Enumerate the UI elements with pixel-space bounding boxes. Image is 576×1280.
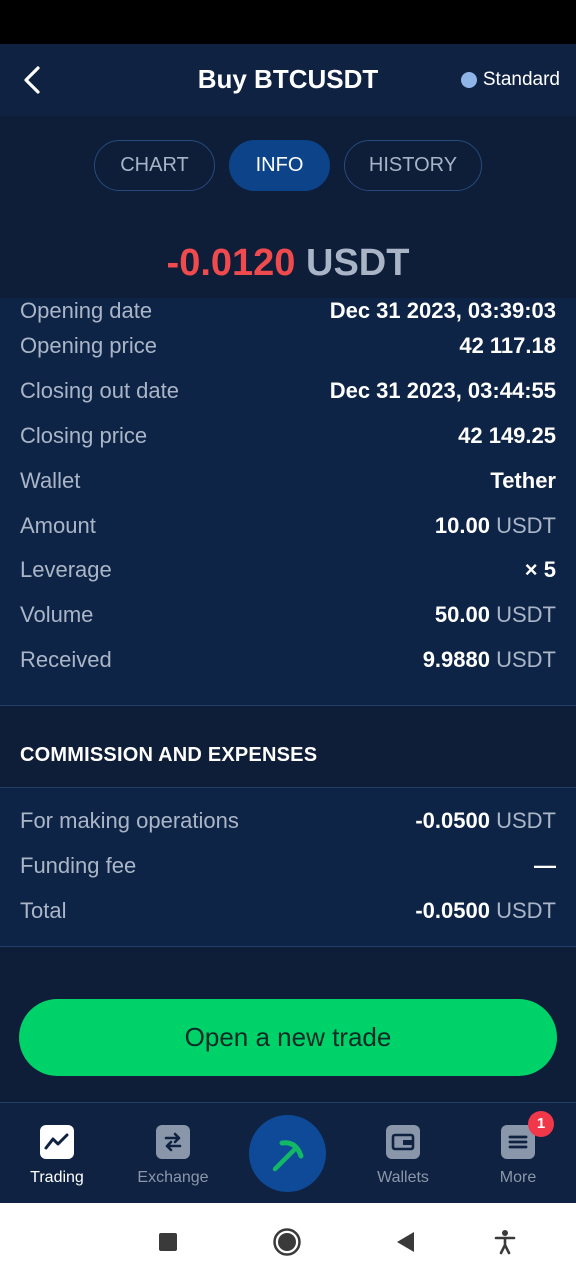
open-new-trade-button[interactable]: Open a new trade [19, 999, 557, 1076]
detail-value: 42 149.25 [458, 422, 556, 448]
wallet-icon [386, 1125, 420, 1159]
result-unit: USDT [306, 242, 410, 284]
detail-value: Dec 31 2023, 03:44:55 [329, 378, 556, 404]
detail-row-closing-price: Closing price 42 149.25 [0, 414, 576, 459]
commission-section-header: COMMISSION AND EXPENSES [0, 706, 576, 788]
commission-value: -0.0500 USDT [415, 808, 556, 834]
unit-label: USDT [496, 512, 556, 538]
nav-item-wallets[interactable]: Wallets [353, 1125, 453, 1187]
trade-details-list: Opening date Dec 31 2023, 03:39:03 Openi… [0, 298, 576, 706]
commission-label: Funding fee [20, 853, 137, 879]
tab-history[interactable]: HISTORY [344, 140, 482, 191]
commission-label: For making operations [20, 808, 239, 834]
detail-value: Dec 31 2023, 03:39:03 [329, 298, 556, 323]
action-area: Open a new trade [0, 947, 576, 1103]
detail-label: Opening price [20, 333, 157, 359]
back-system-button[interactable] [389, 1226, 421, 1258]
unit-label: USDT [496, 897, 556, 923]
commission-label: Total [20, 897, 67, 923]
account-type-label: Standard [482, 69, 560, 90]
detail-value: 10.00 USDT [434, 512, 556, 538]
square-icon [159, 1233, 177, 1251]
detail-row-closing-date: Closing out date Dec 31 2023, 03:44:55 [0, 369, 576, 414]
home-circle-icon [273, 1228, 301, 1256]
detail-row-opening-price: Opening price 42 117.18 [0, 324, 576, 369]
detail-row-amount: Amount 10.00 USDT [0, 503, 576, 548]
detail-label: Amount [20, 512, 96, 538]
accessibility-icon [494, 1230, 516, 1255]
commission-row-funding-fee: Funding fee — [0, 844, 576, 889]
detail-row-volume: Volume 50.00 USDT [0, 593, 576, 638]
detail-row-opening-date: Opening date Dec 31 2023, 03:39:03 [0, 298, 576, 324]
tab-bar: CHART INFO HISTORY [0, 140, 576, 191]
home-button[interactable] [271, 1226, 303, 1258]
exchange-arrows-icon [156, 1125, 190, 1159]
detail-value: 9.9880 USDT [422, 646, 556, 672]
tab-info[interactable]: INFO [229, 140, 330, 191]
nav-item-trading[interactable]: Trading [7, 1125, 107, 1187]
pickaxe-icon [272, 1139, 303, 1171]
result-value: -0.0120 [166, 242, 296, 284]
commission-row-total: Total -0.0500 USDT [0, 889, 576, 934]
nav-item-exchange[interactable]: Exchange [123, 1125, 223, 1187]
header: Buy BTCUSDT Standard [0, 44, 576, 116]
nav-label: Trading [30, 1169, 84, 1186]
unit-label: USDT [496, 646, 556, 672]
detail-label: Volume [20, 602, 94, 628]
unit-label: USDT [496, 808, 556, 834]
notification-badge: 1 [528, 1111, 554, 1137]
detail-label: Opening date [20, 298, 153, 323]
detail-row-wallet: Wallet Tether [0, 458, 576, 503]
detail-value: 50.00 USDT [434, 602, 556, 628]
commission-value: — [534, 853, 556, 879]
unit-label: USDT [496, 602, 556, 628]
detail-value: 42 117.18 [459, 333, 556, 359]
status-bar [0, 0, 576, 44]
tab-chart[interactable]: CHART [94, 140, 215, 191]
mining-button[interactable] [249, 1115, 326, 1192]
detail-label: Closing out date [20, 378, 179, 404]
trading-chart-icon [40, 1125, 74, 1159]
accessibility-button[interactable] [489, 1226, 521, 1258]
detail-row-leverage: Leverage × 5 [0, 548, 576, 593]
account-dot-icon [460, 72, 477, 88]
nav-label: Exchange [137, 1169, 209, 1186]
detail-label: Wallet [20, 467, 81, 493]
detail-label: Leverage [20, 557, 112, 583]
account-type-selector[interactable]: Standard [460, 66, 560, 94]
nav-label: More [499, 1169, 537, 1186]
trade-summary: CHART INFO HISTORY -0.0120 USDT [0, 116, 576, 298]
detail-label: Received [20, 646, 112, 672]
system-navigation-bar [0, 1203, 576, 1280]
commission-value: -0.0500 USDT [415, 897, 556, 923]
nav-item-more[interactable]: More 1 [468, 1111, 568, 1187]
recents-button[interactable] [152, 1226, 184, 1258]
trade-result: -0.0120 USDT [0, 242, 576, 285]
commission-list: For making operations -0.0500 USDT Fundi… [0, 788, 576, 947]
commission-row-operations: For making operations -0.0500 USDT [0, 799, 576, 844]
nav-label: Wallets [377, 1169, 429, 1186]
detail-row-received: Received 9.9880 USDT [0, 638, 576, 683]
bottom-navigation: Trading Exchange Wallets More 1 [0, 1103, 576, 1203]
detail-label: Closing price [20, 422, 148, 448]
detail-value: Tether [490, 467, 556, 493]
commission-title: COMMISSION AND EXPENSES [20, 744, 318, 766]
triangle-back-icon [397, 1232, 414, 1252]
detail-value: × 5 [524, 557, 556, 583]
